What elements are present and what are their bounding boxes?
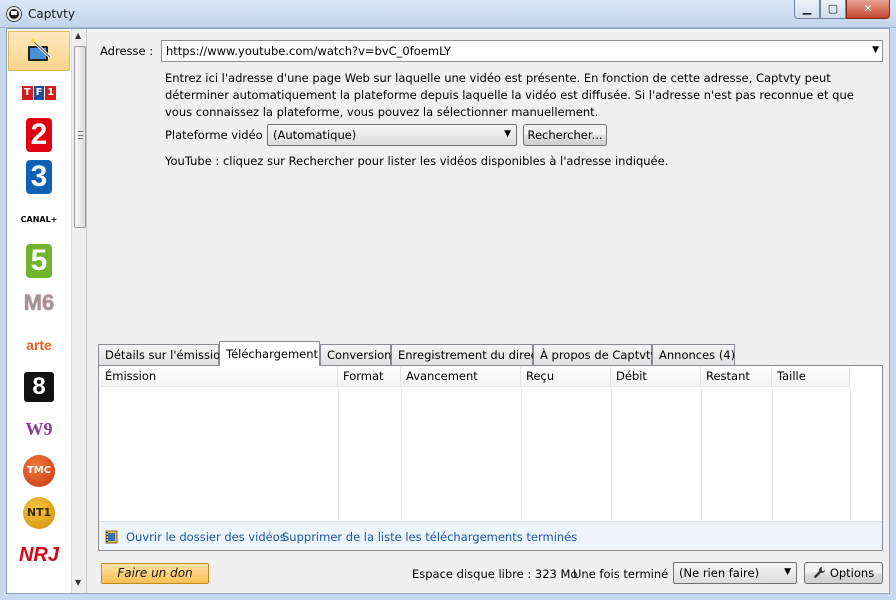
tf1-letter-1: 1: [45, 86, 57, 100]
arte-logo: arte: [26, 337, 52, 353]
platform-label: Plateforme vidéo :: [165, 128, 271, 142]
column-divider: [850, 387, 851, 520]
minimize-button[interactable]: ▁: [794, 0, 820, 19]
window-controls: ▁ ▢ ✕: [794, 0, 890, 19]
download-panel-footer: Ouvrir le dossier des vidéos Supprimer d…: [99, 521, 882, 550]
platform-note: YouTube : cliquez sur Rechercher pour li…: [165, 154, 669, 168]
d8-logo: 8: [24, 372, 54, 402]
channel-arte[interactable]: arte: [8, 325, 70, 365]
main-panel: Adresse : https://www.youtube.com/watch?…: [88, 29, 889, 593]
platform-select[interactable]: (Automatique) ▼: [267, 124, 517, 146]
channel-nt1[interactable]: NT1: [8, 493, 70, 533]
download-panel: Émission Format Avancement Reçu Débit Re…: [98, 365, 883, 551]
address-description: Entrez ici l'adresse d'une page Web sur …: [165, 71, 854, 119]
scroll-up-arrow-icon[interactable]: ▲: [75, 31, 81, 40]
column-header-size[interactable]: Taille: [772, 367, 850, 387]
tab-announcements[interactable]: Annonces (4): [652, 344, 735, 365]
window-title: Captvty: [28, 7, 75, 21]
channel-list: T F 1 2 3 CANAL+ 5 M6 arte 8 W9 TMC NT1 …: [7, 29, 87, 593]
column-header-remaining[interactable]: Restant: [701, 367, 772, 387]
grip-icon: [78, 131, 83, 139]
platform-selected-value: (Automatique): [273, 128, 357, 142]
column-header-format[interactable]: Format: [338, 367, 401, 387]
wrench-icon: [813, 567, 825, 578]
column-divider: [521, 387, 522, 520]
channel-nrj12[interactable]: NRJ: [8, 535, 70, 575]
tab-live-recording[interactable]: Enregistrement du direct: [391, 344, 542, 365]
disk-space-label: Espace disque libre : 323 Mo: [412, 567, 578, 581]
dropdown-arrow-icon: ▼: [784, 567, 791, 577]
folder-film-icon: [105, 530, 118, 544]
wand-icon: [28, 38, 52, 61]
channel-tmc[interactable]: TMC: [8, 451, 70, 491]
when-done-label: Une fois terminé :: [573, 567, 676, 581]
france2-logo: 2: [26, 118, 52, 152]
column-header-received[interactable]: Reçu: [521, 367, 611, 387]
close-button[interactable]: ✕: [846, 0, 890, 19]
channel-france3[interactable]: 3: [8, 157, 70, 197]
donate-button[interactable]: Faire un don: [101, 563, 209, 584]
address-value[interactable]: https://www.youtube.com/watch?v=bvC_0foe…: [166, 44, 451, 58]
app-icon: [7, 7, 21, 21]
open-videos-folder-link[interactable]: Ouvrir le dossier des vidéos: [126, 530, 286, 544]
canalplus-logo: CANAL+: [20, 214, 58, 224]
nrj12-logo: NRJ: [18, 543, 59, 566]
channel-france2[interactable]: 2: [8, 115, 70, 155]
window-client-area: T F 1 2 3 CANAL+ 5 M6 arte 8 W9 TMC NT1 …: [6, 28, 890, 594]
when-done-selected-value: (Ne rien faire): [679, 566, 760, 580]
tab-download[interactable]: Téléchargement: [219, 341, 320, 366]
france5-logo: 5: [26, 244, 52, 278]
scrollbar-thumb[interactable]: [74, 46, 86, 228]
channel-france5[interactable]: 5: [8, 241, 70, 281]
dropdown-arrow-icon[interactable]: ▼: [872, 45, 879, 55]
column-header-emission[interactable]: Émission: [100, 367, 338, 387]
address-label: Adresse :: [100, 44, 154, 58]
column-divider: [338, 387, 339, 520]
search-button[interactable]: Rechercher...: [523, 124, 607, 146]
column-header-rate[interactable]: Débit: [611, 367, 701, 387]
tab-about[interactable]: À propos de Captvty: [533, 344, 657, 365]
maximize-button[interactable]: ▢: [820, 0, 846, 19]
dropdown-arrow-icon: ▼: [504, 129, 511, 139]
column-divider: [772, 387, 773, 520]
tf1-logo: T F 1: [22, 86, 57, 100]
when-done-select[interactable]: (Ne rien faire) ▼: [673, 562, 797, 584]
options-button[interactable]: Options: [804, 562, 883, 584]
tf1-letter-f: F: [33, 86, 45, 100]
w9-logo: W9: [25, 418, 53, 439]
channel-direct-url[interactable]: [8, 31, 70, 71]
download-table[interactable]: Émission Format Avancement Reçu Débit Re…: [100, 367, 853, 521]
column-divider: [611, 387, 612, 520]
clear-finished-downloads-link[interactable]: Supprimer de la liste les téléchargement…: [282, 530, 577, 544]
tab-details[interactable]: Détails sur l'émission: [98, 344, 228, 365]
channel-tf1[interactable]: T F 1: [8, 73, 70, 113]
channel-w9[interactable]: W9: [8, 409, 70, 449]
channel-canalplus[interactable]: CANAL+: [8, 199, 70, 239]
channel-list-scrollbar[interactable]: ▲ ▼: [71, 29, 86, 593]
column-divider: [401, 387, 402, 520]
title-bar: Captvty ▁ ▢ ✕: [0, 0, 896, 28]
channel-d8[interactable]: 8: [8, 367, 70, 407]
france3-logo: 3: [26, 160, 52, 194]
scroll-down-arrow-icon[interactable]: ▼: [75, 578, 81, 587]
tab-conversion[interactable]: Conversion: [320, 344, 391, 365]
options-button-label: Options: [829, 566, 875, 580]
channel-m6[interactable]: M6: [8, 283, 70, 323]
tmc-logo: TMC: [23, 455, 55, 487]
address-combobox[interactable]: https://www.youtube.com/watch?v=bvC_0foe…: [161, 40, 883, 62]
m6-logo: M6: [23, 290, 55, 315]
nt1-logo: NT1: [23, 497, 55, 529]
column-header-progress[interactable]: Avancement: [401, 367, 521, 387]
tf1-letter-t: T: [22, 86, 33, 100]
column-divider: [701, 387, 702, 520]
